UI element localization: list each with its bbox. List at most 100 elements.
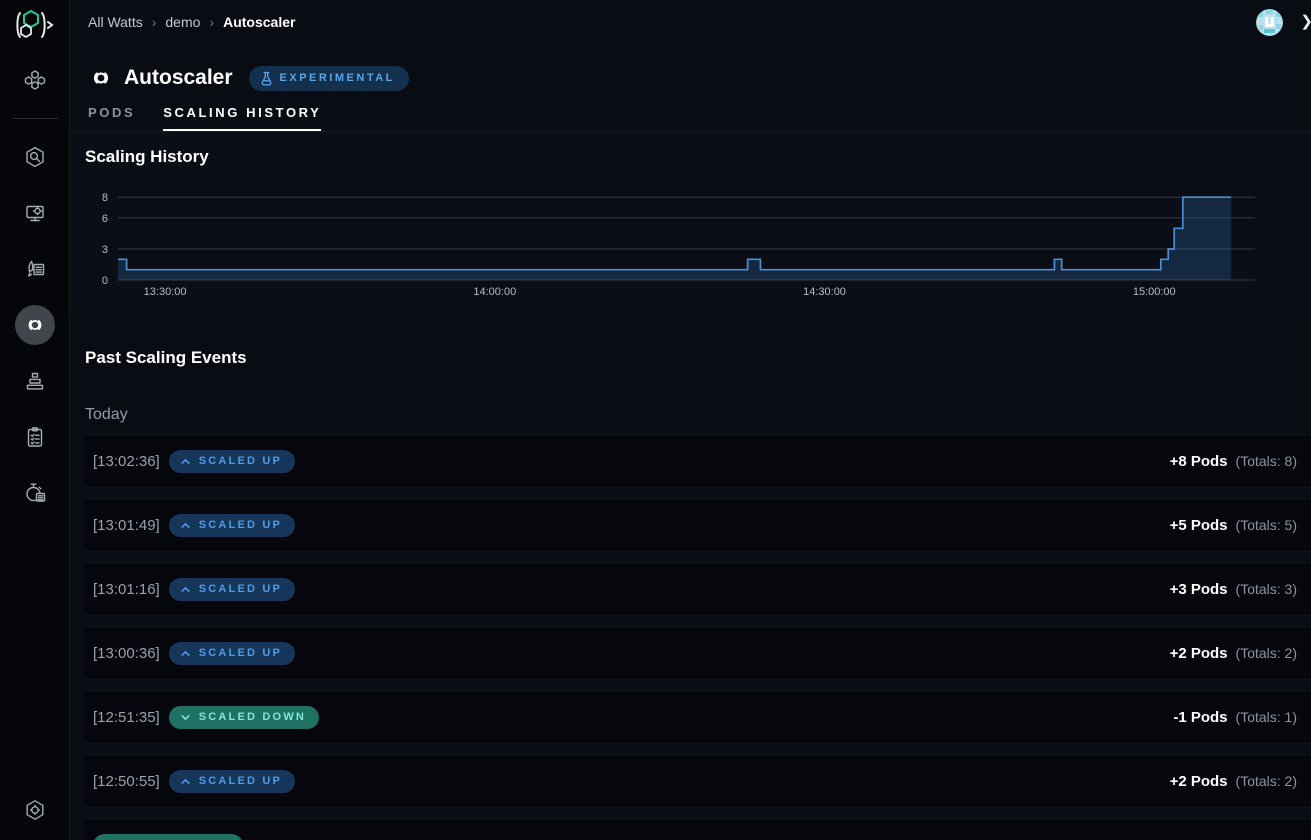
scaled-badge: SCALED UP (169, 642, 295, 665)
event-pods-total: (Totals: 2) (1236, 773, 1297, 789)
timer-list-icon (23, 481, 47, 505)
experimental-badge: EXPERIMENTAL (249, 66, 409, 91)
event-pods-delta: +5 Pods (1170, 517, 1228, 534)
event-pods-total: (Totals: 2) (1236, 645, 1297, 661)
event-timestamp: [13:02:36] (93, 453, 160, 470)
logo-left-paren (17, 13, 20, 37)
scaled-badge: SCALED UP (169, 578, 295, 601)
stack-icon (23, 369, 47, 393)
event-pods-delta: +2 Pods (1170, 645, 1228, 662)
scaled-badge-label: SCALED DOWN (199, 711, 306, 723)
scaled-badge-label: SCALED UP (199, 455, 282, 467)
scaling-history-title: Scaling History (70, 132, 1311, 167)
svg-text:15:00:00: 15:00:00 (1133, 286, 1176, 298)
event-pods-total: (Totals: 5) (1236, 517, 1297, 533)
sidebar-item-launch[interactable] (15, 249, 55, 289)
svg-text:13:30:00: 13:30:00 (144, 286, 187, 298)
sidebar-item-settings[interactable] (15, 790, 55, 830)
tab-pods[interactable]: PODS (88, 105, 135, 131)
event-pods-delta: +8 Pods (1170, 453, 1228, 470)
scaled-badge-label: SCALED UP (199, 519, 282, 531)
sidebar-item-autoscaler[interactable] (15, 305, 55, 345)
breadcrumb-autoscaler: Autoscaler (223, 14, 295, 30)
sidebar-item-deployments[interactable] (15, 193, 55, 233)
autoscaler-title-icon (88, 65, 114, 91)
cluster-icon (23, 68, 47, 92)
chevron-up-icon (180, 776, 191, 787)
scaling-event-row[interactable]: SCALED DOWN (85, 818, 1311, 840)
sidebar-nav (0, 60, 69, 529)
breadcrumb-separator: › (152, 14, 157, 30)
chevron-up-icon (180, 456, 191, 467)
svg-text:0: 0 (102, 275, 108, 287)
avatar[interactable] (1256, 9, 1283, 36)
topbar: All Watts › demo › Autoscaler ❯ (70, 0, 1311, 45)
breadcrumb: All Watts › demo › Autoscaler (88, 14, 295, 30)
scaling-event-row[interactable]: [13:00:36] SCALED UP +2 Pods (Totals: 2) (85, 626, 1311, 680)
event-pods-total: (Totals: 8) (1236, 453, 1297, 469)
events-list: [13:02:36] SCALED UP +8 Pods (Totals: 8)… (70, 434, 1311, 840)
sidebar-divider (12, 118, 58, 119)
chevron-up-icon (180, 648, 191, 659)
scaling-history-chart: 0 3 6 8 13:30:00 14:00:00 14:30:00 15:00:00 (70, 181, 1311, 301)
sidebar (0, 0, 70, 840)
breadcrumb-separator: › (209, 14, 214, 30)
sidebar-item-stacks[interactable] (15, 361, 55, 401)
experimental-badge-label: EXPERIMENTAL (280, 72, 395, 84)
flask-icon (260, 71, 273, 86)
breadcrumb-all-watts[interactable]: All Watts (88, 14, 143, 30)
scaled-badge-label: SCALED UP (199, 647, 282, 659)
event-pods-total: (Totals: 1) (1236, 709, 1297, 725)
scaling-event-row[interactable]: [13:02:36] SCALED UP +8 Pods (Totals: 8) (85, 434, 1311, 488)
svg-text:6: 6 (102, 213, 108, 225)
sidebar-item-schedules[interactable] (15, 473, 55, 513)
svg-text:3: 3 (102, 244, 108, 256)
scaled-badge: SCALED UP (169, 450, 295, 473)
scaled-badge: SCALED DOWN (169, 706, 319, 729)
sidebar-item-cluster[interactable] (15, 60, 55, 100)
main-content: Autoscaler EXPERIMENTAL PODS SCALING HIS… (70, 45, 1311, 840)
scaled-badge: SCALED UP (169, 770, 295, 793)
event-pods-delta: +3 Pods (1170, 581, 1228, 598)
event-timestamp: [12:50:55] (93, 773, 160, 790)
chevron-down-icon (180, 712, 191, 723)
events-group-label: Today (85, 406, 1311, 426)
event-pods-delta: +2 Pods (1170, 773, 1228, 790)
settings-hex-icon (23, 798, 47, 822)
tab-bar: PODS SCALING HISTORY (88, 105, 1311, 131)
checklist-icon (23, 425, 47, 449)
event-timestamp: [12:51:35] (93, 709, 160, 726)
scaling-event-row[interactable]: [12:50:55] SCALED UP +2 Pods (Totals: 2) (85, 754, 1311, 808)
sidebar-item-checklist[interactable] (15, 417, 55, 457)
event-timestamp: [13:00:36] (93, 645, 160, 662)
panel-collapse-chevron-icon[interactable]: ❯ (1300, 12, 1311, 30)
sidebar-item-explore[interactable] (15, 137, 55, 177)
scaling-event-row[interactable]: [13:01:49] SCALED UP +5 Pods (Totals: 5) (85, 498, 1311, 552)
scaling-event-row[interactable]: [12:51:35] SCALED DOWN -1 Pods (Totals: … (85, 690, 1311, 744)
scaled-badge-label: SCALED UP (199, 775, 282, 787)
chevron-up-icon (180, 584, 191, 595)
page-header: Autoscaler EXPERIMENTAL (70, 45, 1311, 91)
svg-text:14:00:00: 14:00:00 (473, 286, 516, 298)
event-pods-delta: -1 Pods (1173, 709, 1227, 726)
monitor-gear-icon (23, 201, 47, 225)
event-pods-total: (Totals: 3) (1236, 581, 1297, 597)
svg-text:14:30:00: 14:30:00 (803, 286, 846, 298)
scaling-history-card: Scaling History 0 3 6 8 13:30:00 14:00:00 14:3… (70, 131, 1311, 316)
scaling-event-row[interactable]: [13:01:16] SCALED UP +3 Pods (Totals: 3) (85, 562, 1311, 616)
app-logo[interactable] (9, 6, 61, 44)
hex-search-icon (23, 145, 47, 169)
autoscaler-icon (23, 313, 47, 337)
scaled-badge-label: SCALED UP (199, 583, 282, 595)
event-timestamp: [13:01:49] (93, 517, 160, 534)
scaled-badge: SCALED UP (169, 514, 295, 537)
past-events-title: Past Scaling Events (85, 348, 1311, 370)
chevron-up-icon (180, 520, 191, 531)
event-timestamp: [13:01:16] (93, 581, 160, 598)
tab-scaling-history[interactable]: SCALING HISTORY (163, 105, 321, 131)
page-title: Autoscaler (124, 66, 233, 90)
svg-text:8: 8 (102, 192, 108, 204)
rocket-list-icon (23, 257, 47, 281)
breadcrumb-demo[interactable]: demo (165, 14, 200, 30)
scaled-badge: SCALED DOWN (93, 834, 243, 840)
